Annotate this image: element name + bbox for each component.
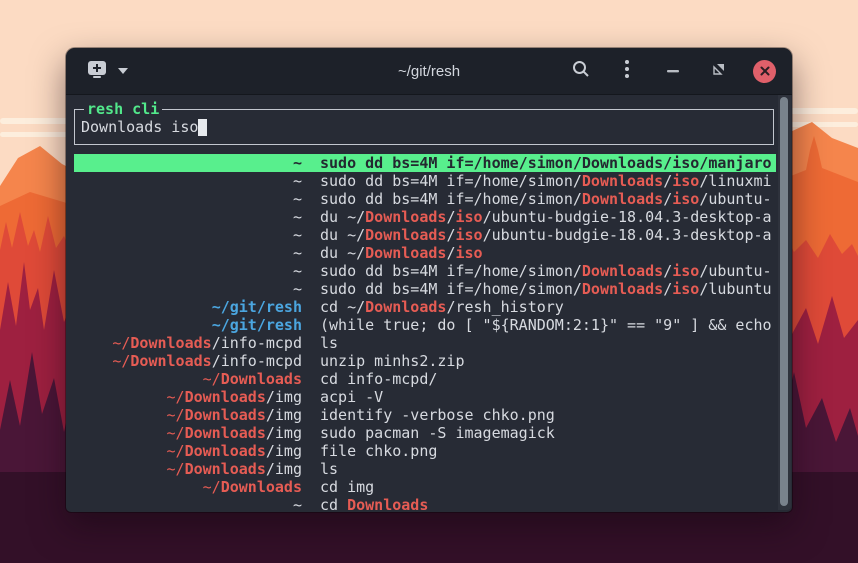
history-row[interactable]: ~/Downloads/imgsudo pacman -S imagemagic…	[74, 424, 776, 442]
scrollbar-thumb[interactable]	[780, 97, 788, 506]
row-command: sudo dd bs=4M if=/home/simon/Downloads/i…	[302, 280, 772, 298]
row-command: sudo dd bs=4M if=/home/simon/Downloads/i…	[302, 172, 772, 190]
magnifier-icon	[572, 60, 590, 83]
history-row[interactable]: ~du ~/Downloads/iso/ubuntu-budgie-18.04.…	[74, 226, 776, 244]
row-directory-context: ~/Downloads	[74, 478, 302, 496]
search-query-text: Downloads iso	[81, 118, 198, 136]
row-command: du ~/Downloads/iso/ubuntu-budgie-18.04.3…	[302, 208, 772, 226]
row-directory-context: ~	[74, 280, 302, 298]
row-directory-context: ~	[74, 154, 302, 172]
resh-frame-title: resh cli	[84, 99, 162, 119]
scrollbar-track[interactable]	[778, 95, 791, 510]
menu-button[interactable]	[615, 59, 639, 83]
new-tab-button[interactable]	[86, 59, 129, 84]
row-command: cd Downloads	[302, 496, 428, 512]
text-cursor	[198, 119, 207, 136]
row-directory-context: ~/Downloads/info-mcpd	[74, 352, 302, 370]
row-command: file chko.png	[302, 442, 437, 460]
row-directory-context: ~	[74, 262, 302, 280]
row-command: sudo dd bs=4M if=/home/simon/Downloads/i…	[302, 262, 772, 280]
resh-search-frame: resh cli Downloads iso	[74, 109, 774, 145]
history-row[interactable]: ~sudo dd bs=4M if=/home/simon/Downloads/…	[74, 280, 776, 298]
row-directory-context: ~/Downloads	[74, 370, 302, 388]
history-row[interactable]: ~cd Downloads	[74, 496, 776, 512]
row-command: sudo dd bs=4M if=/home/simon/Downloads/i…	[302, 154, 772, 172]
row-command: ls	[302, 334, 338, 352]
close-button[interactable]	[753, 60, 776, 83]
minimize-button[interactable]	[661, 59, 685, 83]
row-directory-context: ~/Downloads/img	[74, 406, 302, 424]
row-command: sudo pacman -S imagemagick	[302, 424, 555, 442]
row-command: (while true; do [ "${RANDOM:2:1}" == "9"…	[302, 316, 772, 334]
terminal-content: resh cli Downloads iso ~sudo dd bs=4M if…	[66, 95, 792, 512]
history-row[interactable]: ~/Downloads/imgls	[74, 460, 776, 478]
row-command: cd img	[302, 478, 374, 496]
row-directory-context: ~/Downloads/img	[74, 388, 302, 406]
row-command: cd info-mcpd/	[302, 370, 437, 388]
row-command: sudo dd bs=4M if=/home/simon/Downloads/i…	[302, 190, 772, 208]
row-command: unzip minhs2.zip	[302, 352, 465, 370]
row-directory-context: ~	[74, 226, 302, 244]
search-input[interactable]: Downloads iso	[75, 110, 773, 144]
row-command: acpi -V	[302, 388, 383, 406]
history-row[interactable]: ~/Downloads/imgfile chko.png	[74, 442, 776, 460]
row-directory-context: ~/git/resh	[74, 298, 302, 316]
row-directory-context: ~	[74, 172, 302, 190]
x-icon	[760, 66, 770, 76]
row-directory-context: ~/Downloads/info-mcpd	[74, 334, 302, 352]
terminal-window: ~/git/resh	[66, 48, 792, 512]
results-list: ~sudo dd bs=4M if=/home/simon/Downloads/…	[74, 154, 776, 512]
restore-button[interactable]	[707, 59, 731, 83]
history-row[interactable]: ~sudo dd bs=4M if=/home/simon/Downloads/…	[74, 172, 776, 190]
row-directory-context: ~	[74, 496, 302, 512]
row-directory-context: ~/Downloads/img	[74, 424, 302, 442]
kebab-menu-icon	[625, 60, 629, 83]
terminal-plus-icon	[86, 59, 108, 84]
history-row[interactable]: ~/Downloads/info-mcpdunzip minhs2.zip	[74, 352, 776, 370]
history-row[interactable]: ~du ~/Downloads/iso	[74, 244, 776, 262]
row-directory-context: ~/Downloads/img	[74, 442, 302, 460]
search-button[interactable]	[569, 59, 593, 83]
chevron-down-icon[interactable]	[117, 62, 129, 80]
history-row[interactable]: ~/Downloadscd info-mcpd/	[74, 370, 776, 388]
row-directory-context: ~	[74, 208, 302, 226]
history-row[interactable]: ~/Downloads/imgacpi -V	[74, 388, 776, 406]
history-row[interactable]: ~du ~/Downloads/iso/ubuntu-budgie-18.04.…	[74, 208, 776, 226]
history-row[interactable]: ~/Downloads/info-mcpdls	[74, 334, 776, 352]
restore-window-icon	[713, 62, 725, 80]
history-row-selected[interactable]: ~sudo dd bs=4M if=/home/simon/Downloads/…	[74, 154, 776, 172]
row-command: cd ~/Downloads/resh_history	[302, 298, 564, 316]
row-command: ls	[302, 460, 338, 478]
row-command: du ~/Downloads/iso	[302, 244, 483, 262]
history-row[interactable]: ~sudo dd bs=4M if=/home/simon/Downloads/…	[74, 190, 776, 208]
history-row[interactable]: ~sudo dd bs=4M if=/home/simon/Downloads/…	[74, 262, 776, 280]
row-directory-context: ~/git/resh	[74, 316, 302, 334]
row-directory-context: ~	[74, 190, 302, 208]
history-row[interactable]: ~/git/reshcd ~/Downloads/resh_history	[74, 298, 776, 316]
minimize-icon	[667, 70, 679, 72]
history-row[interactable]: ~/Downloadscd img	[74, 478, 776, 496]
row-command: du ~/Downloads/iso/ubuntu-budgie-18.04.3…	[302, 226, 772, 244]
row-command: identify -verbose chko.png	[302, 406, 555, 424]
row-directory-context: ~/Downloads/img	[74, 460, 302, 478]
titlebar[interactable]: ~/git/resh	[66, 48, 792, 95]
history-row[interactable]: ~/Downloads/imgidentify -verbose chko.pn…	[74, 406, 776, 424]
row-directory-context: ~	[74, 244, 302, 262]
history-row[interactable]: ~/git/resh(while true; do [ "${RANDOM:2:…	[74, 316, 776, 334]
